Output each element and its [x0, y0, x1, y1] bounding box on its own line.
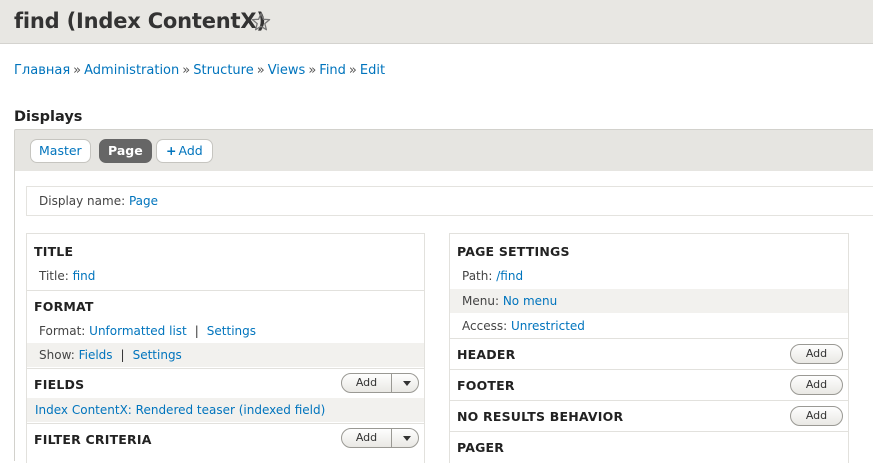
no-results-heading: NO RESULTS BEHAVIOR	[457, 409, 624, 424]
divider	[27, 423, 424, 424]
divider	[450, 431, 848, 432]
chevron-down-icon[interactable]	[403, 436, 411, 441]
displays-heading: Displays	[14, 109, 83, 125]
right-column: PAGE SETTINGS Path: /find Menu: No menu …	[449, 233, 849, 463]
title-link[interactable]: find	[73, 269, 96, 283]
access-label: Access:	[462, 319, 508, 333]
header-add-button[interactable]: Add	[790, 344, 843, 364]
format-row: Format: Unformatted list | Settings	[27, 319, 424, 343]
divider	[450, 338, 848, 339]
format-link[interactable]: Unformatted list	[89, 324, 187, 338]
header-section-heading: HEADER	[457, 347, 516, 362]
divider	[27, 290, 424, 291]
breadcrumb: Главная» Administration» Structure» Views» F…	[14, 63, 386, 78]
show-row: Show: Fields | Settings	[27, 343, 424, 367]
displays-tabbar: Master Page + Add	[14, 129, 873, 171]
title-row: Title: find	[27, 264, 424, 288]
page-header: find (Index ContentX)	[0, 0, 873, 44]
footer-add-button[interactable]: Add	[790, 375, 843, 395]
breadcrumb-administration[interactable]: Administration	[84, 63, 179, 78]
footer-section-heading: FOOTER	[457, 378, 515, 393]
show-link[interactable]: Fields	[79, 348, 113, 362]
display-name-row: Display name: Page	[26, 186, 873, 216]
format-section-heading: FORMAT	[34, 299, 94, 314]
page-settings-heading: PAGE SETTINGS	[457, 244, 570, 259]
filter-add-label[interactable]: Add	[342, 429, 392, 447]
plus-icon: +	[166, 143, 177, 158]
add-display-label: Add	[178, 143, 203, 158]
tab-master[interactable]: Master	[30, 139, 91, 163]
pipe-separator: |	[194, 324, 199, 338]
star-icon[interactable]	[251, 12, 271, 32]
menu-link[interactable]: No menu	[503, 294, 557, 308]
path-row: Path: /find	[450, 264, 848, 288]
show-settings-link[interactable]: Settings	[133, 348, 182, 362]
field-item-link[interactable]: Index ContentX: Rendered teaser (indexed…	[35, 403, 325, 417]
title-label: Title:	[39, 269, 69, 283]
pipe-separator: |	[120, 348, 125, 362]
title-section-heading: TITLE	[34, 244, 74, 259]
pager-heading: PAGER	[457, 440, 505, 455]
fields-section-heading: FIELDS	[34, 377, 85, 392]
access-row: Access: Unrestricted	[450, 314, 848, 338]
breadcrumb-edit[interactable]: Edit	[360, 63, 385, 78]
format-label: Format:	[39, 324, 86, 338]
divider	[450, 369, 848, 370]
format-settings-link[interactable]: Settings	[207, 324, 256, 338]
path-link[interactable]: /find	[496, 269, 523, 283]
add-display-button[interactable]: + Add	[156, 139, 213, 163]
fields-add-label[interactable]: Add	[342, 374, 392, 392]
breadcrumb-structure[interactable]: Structure	[193, 63, 253, 78]
menu-label: Menu:	[462, 294, 499, 308]
field-item: Index ContentX: Rendered teaser (indexed…	[27, 398, 424, 422]
fields-add-button[interactable]: Add	[341, 373, 419, 393]
filter-section-heading: FILTER CRITERIA	[34, 432, 152, 447]
no-results-add-button[interactable]: Add	[790, 406, 843, 426]
chevron-down-icon[interactable]	[403, 381, 411, 386]
menu-row: Menu: No menu	[450, 289, 848, 313]
display-name-label: Display name:	[39, 194, 126, 208]
display-name-link[interactable]: Page	[129, 194, 158, 208]
tab-page[interactable]: Page	[99, 139, 152, 163]
divider	[450, 400, 848, 401]
filter-add-button[interactable]: Add	[341, 428, 419, 448]
left-column: TITLE Title: find FORMAT Format: Unforma…	[26, 233, 425, 463]
path-label: Path:	[462, 269, 493, 283]
breadcrumb-views[interactable]: Views	[268, 63, 306, 78]
access-link[interactable]: Unrestricted	[511, 319, 585, 333]
divider	[27, 368, 424, 369]
breadcrumb-find[interactable]: Find	[319, 63, 346, 78]
breadcrumb-home[interactable]: Главная	[14, 63, 70, 78]
show-label: Show:	[39, 348, 75, 362]
page-title: find (Index ContentX)	[14, 9, 266, 33]
